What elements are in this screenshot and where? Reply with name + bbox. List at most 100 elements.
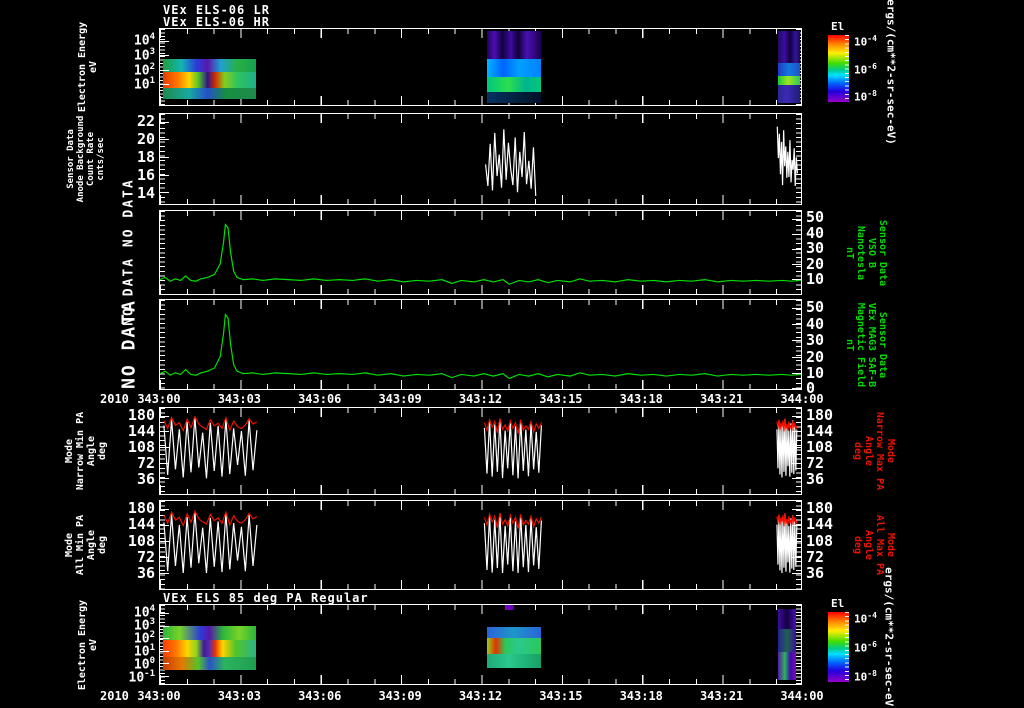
spectrogram-band bbox=[162, 59, 257, 72]
colorbar-bottom-title: El bbox=[831, 597, 845, 610]
panel-els-06-spectrogram bbox=[159, 28, 802, 106]
y-tick-label: 10-1 bbox=[128, 668, 156, 686]
bottom-time-tick-label: 343:03 bbox=[217, 689, 262, 703]
spectrogram-band bbox=[486, 30, 541, 60]
all-max-pa-trace bbox=[483, 512, 542, 530]
exponent: 3 bbox=[149, 617, 155, 627]
y-major-tick bbox=[792, 572, 801, 574]
y-major-tick bbox=[792, 324, 801, 326]
mid-time-tick-label: 343:12 bbox=[458, 392, 503, 406]
colorbar-top-title: El bbox=[831, 20, 845, 33]
series-plot bbox=[160, 313, 801, 380]
count-rate-trace bbox=[484, 129, 537, 196]
right-axis-title-narrow-pa: Mode Narrow Max PA Angle deg bbox=[852, 412, 896, 490]
y-major-tick bbox=[160, 462, 169, 464]
count-rate-trace bbox=[776, 126, 799, 187]
bottom-time-tick-label: 343:00 bbox=[137, 689, 181, 703]
y-major-tick bbox=[160, 556, 169, 558]
y-major-tick bbox=[160, 638, 169, 640]
bottom-axis-year-label: 2010 bbox=[100, 689, 129, 703]
bottom-time-tick-label: 343:06 bbox=[298, 689, 342, 703]
mid-time-tick-label: 343:03 bbox=[217, 392, 262, 406]
y-major-tick bbox=[160, 84, 169, 86]
mid-time-tick-label: 343:09 bbox=[378, 392, 422, 406]
y-major-tick bbox=[792, 356, 801, 358]
y-major-tick bbox=[792, 248, 801, 250]
exponent: -6 bbox=[867, 61, 877, 71]
vso-b-trace bbox=[160, 223, 801, 285]
series-plot bbox=[160, 223, 801, 285]
y-tick-label: 10 bbox=[806, 270, 825, 289]
y-major-tick bbox=[160, 525, 169, 527]
axis-label-line: Count Rate bbox=[86, 131, 96, 187]
colorbar-tick-marks bbox=[845, 612, 849, 682]
y-major-tick bbox=[792, 308, 801, 310]
y-tick-label: 20 bbox=[136, 129, 155, 148]
y-major-tick bbox=[160, 40, 169, 42]
axis-label-line: Angle bbox=[86, 529, 97, 561]
mag-saf-b-trace bbox=[160, 313, 801, 380]
bottom-time-tick-label: 343:09 bbox=[378, 689, 422, 703]
y-major-tick bbox=[160, 447, 169, 449]
exponent: 4 bbox=[149, 32, 155, 43]
y-major-tick bbox=[160, 157, 169, 159]
y-tick-label: 22 bbox=[136, 111, 155, 130]
y-major-tick bbox=[160, 69, 169, 71]
axis-label-line: Mode bbox=[885, 532, 896, 558]
y-major-tick bbox=[160, 625, 169, 627]
axis-label-line: VSO B bbox=[866, 237, 877, 268]
spectrogram-band bbox=[777, 31, 800, 64]
y-tick-label: 108 bbox=[806, 531, 834, 550]
y-major-tick bbox=[792, 233, 801, 235]
spectrogram-band bbox=[504, 605, 514, 610]
axis-label-line: deg bbox=[852, 441, 863, 461]
axis-label-line: Narrow Min PA bbox=[75, 411, 86, 491]
spectrogram-band bbox=[162, 87, 257, 99]
y-tick-label: 18 bbox=[136, 147, 155, 166]
y-major-tick bbox=[792, 541, 801, 543]
exponent: -6 bbox=[867, 640, 877, 649]
exponent: 4 bbox=[149, 604, 155, 615]
axis-label-line: nT bbox=[844, 246, 855, 259]
mid-time-tick-label: 343:15 bbox=[539, 392, 583, 406]
mid-time-tick-label: 344:00 bbox=[780, 392, 824, 406]
y-tick-label: 36 bbox=[806, 469, 825, 488]
left-axis-title-narrow-pa: Mode Narrow Min PA Angle deg bbox=[64, 412, 108, 490]
spectrogram-band bbox=[162, 639, 257, 658]
axis-label-line: All Max PA bbox=[874, 514, 885, 576]
panel-all-pa bbox=[159, 500, 802, 590]
bottom-time-tick-label: 343:12 bbox=[458, 689, 503, 703]
axis-label-line: Sensor Data bbox=[877, 219, 888, 286]
y-major-tick bbox=[160, 55, 169, 57]
y-major-tick bbox=[792, 462, 801, 464]
y-tick-label: 180 bbox=[806, 498, 834, 517]
y-tick-marks bbox=[796, 605, 801, 684]
colorbar-tick-label: 10-4 bbox=[854, 34, 877, 49]
axis-label-line: nT bbox=[844, 338, 855, 351]
right-axis-title-mag-saf-b: Sensor Data VEx MAG3 SAF-B Magnetic Field n… bbox=[844, 302, 888, 386]
left-axis-title-all-pa: Mode All Min PA Angle deg bbox=[64, 515, 108, 575]
exponent: -1 bbox=[144, 668, 155, 679]
spectrogram-band bbox=[486, 92, 541, 103]
y-tick-label: 108 bbox=[127, 531, 155, 550]
plot-page: VEx ELS-06 LR VEx ELS-06 HR VEx ELS 85 d… bbox=[0, 0, 1024, 708]
panel-anode-background bbox=[159, 113, 802, 205]
y-major-tick bbox=[792, 556, 801, 558]
y-major-tick bbox=[792, 525, 801, 527]
y-major-tick bbox=[792, 509, 801, 510]
narrow-max-pa-trace bbox=[483, 417, 542, 434]
axis-label-line: eV bbox=[88, 638, 99, 651]
y-major-tick bbox=[160, 612, 169, 614]
exponent: 1 bbox=[149, 76, 155, 87]
exponent: -4 bbox=[867, 611, 877, 621]
y-tick-label: 101 bbox=[133, 76, 155, 93]
y-tick-label: 36 bbox=[806, 564, 825, 583]
exponent: 1 bbox=[149, 642, 155, 653]
y-major-tick bbox=[792, 415, 801, 417]
y-major-tick bbox=[160, 415, 169, 417]
y-tick-label: 20 bbox=[806, 347, 825, 366]
spectrogram-band bbox=[777, 63, 800, 77]
axis-label-line: Angle bbox=[863, 435, 874, 467]
bottom-time-tick-label: 343:15 bbox=[539, 689, 583, 703]
axis-label-line: eV bbox=[88, 60, 99, 74]
